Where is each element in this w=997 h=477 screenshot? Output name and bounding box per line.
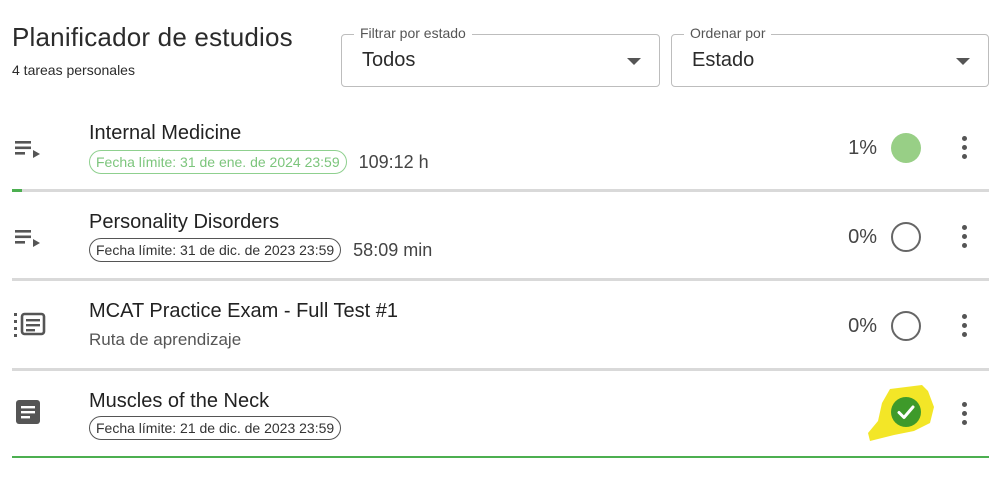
task-item[interactable]: Personality Disorders Fecha límite: 31 d… bbox=[12, 190, 989, 279]
task-percent: 1% bbox=[848, 137, 877, 159]
page-title: Planificador de estudios bbox=[12, 22, 293, 52]
not-started-status-icon bbox=[891, 222, 921, 252]
task-item[interactable]: Internal Medicine Fecha límite: 31 de en… bbox=[12, 100, 989, 189]
deadline-chip: Fecha límite: 31 de ene. de 2024 23:59 bbox=[89, 150, 347, 174]
task-percent: 0% bbox=[848, 226, 877, 248]
progress-fill bbox=[12, 456, 989, 458]
dropdown-arrow-icon bbox=[627, 58, 641, 65]
dropdown-arrow-icon bbox=[956, 58, 970, 65]
deadline-chip: Fecha límite: 31 de dic. de 2023 23:59 bbox=[89, 238, 342, 262]
task-meta: Ruta de aprendizaje bbox=[89, 330, 241, 350]
playlist-play-icon bbox=[15, 230, 40, 247]
article-icon bbox=[16, 400, 40, 424]
playlist-play-icon bbox=[15, 141, 40, 158]
progress-status-icon bbox=[891, 133, 921, 163]
task-title[interactable]: Muscles of the Neck bbox=[89, 390, 269, 413]
header: Planificador de estudios 4 tareas person… bbox=[0, 0, 997, 100]
status-filter-label: Filtrar por estado bbox=[354, 25, 472, 41]
more-options-icon[interactable] bbox=[953, 311, 977, 341]
task-duration: 109:12 h bbox=[358, 151, 429, 172]
sort-select[interactable]: Ordenar por Estado bbox=[671, 25, 989, 87]
more-options-icon[interactable] bbox=[953, 133, 977, 163]
not-started-status-icon bbox=[891, 311, 921, 341]
completed-status-icon bbox=[891, 397, 921, 427]
page-subtitle: 4 tareas personales bbox=[12, 62, 135, 78]
task-type-label: Ruta de aprendizaje bbox=[89, 330, 242, 349]
task-meta: Fecha límite: 31 de ene. de 2024 23:59 1… bbox=[89, 150, 429, 174]
task-item[interactable]: Muscles of the Neck Fecha límite: 21 de … bbox=[12, 369, 989, 458]
task-meta: Fecha límite: 31 de dic. de 2023 23:59 5… bbox=[89, 238, 432, 262]
status-filter-select[interactable]: Filtrar por estado Todos bbox=[341, 25, 660, 87]
task-meta: Fecha límite: 21 de dic. de 2023 23:59 bbox=[89, 416, 342, 440]
more-options-icon[interactable] bbox=[953, 399, 977, 429]
status-filter-value: Todos bbox=[362, 49, 416, 71]
task-percent: 0% bbox=[848, 315, 877, 337]
task-title[interactable]: Personality Disorders bbox=[89, 211, 279, 234]
task-title[interactable]: Internal Medicine bbox=[89, 122, 241, 145]
learning-path-icon bbox=[14, 312, 46, 337]
sort-label: Ordenar por bbox=[684, 25, 772, 41]
task-duration: 58:09 min bbox=[353, 239, 433, 260]
deadline-chip: Fecha límite: 21 de dic. de 2023 23:59 bbox=[89, 416, 342, 440]
task-progress-bar bbox=[12, 456, 989, 458]
sort-value: Estado bbox=[692, 49, 755, 71]
task-item[interactable]: MCAT Practice Exam - Full Test #1 Ruta d… bbox=[12, 279, 989, 368]
checkmark-icon bbox=[897, 405, 915, 419]
more-options-icon[interactable] bbox=[953, 222, 977, 252]
task-title[interactable]: MCAT Practice Exam - Full Test #1 bbox=[89, 300, 398, 323]
